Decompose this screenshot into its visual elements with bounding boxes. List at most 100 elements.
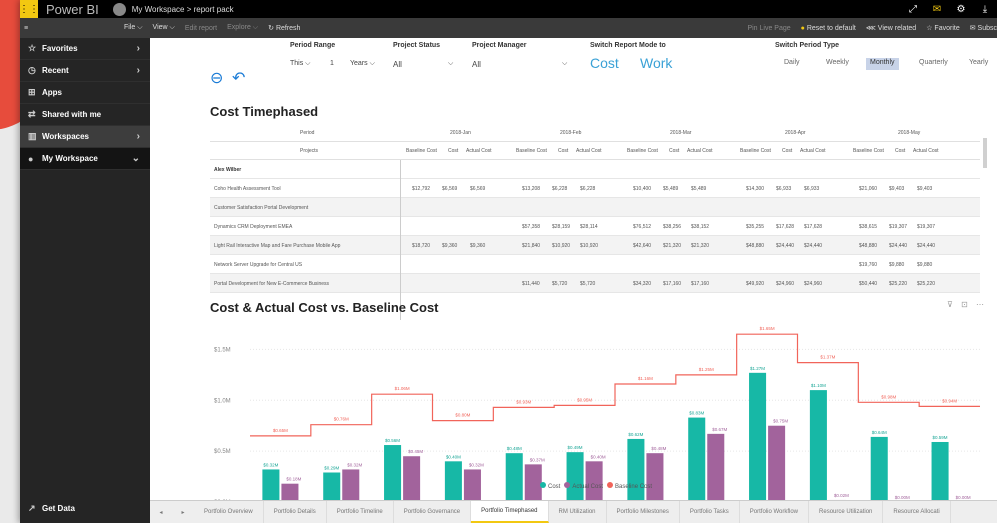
- notifications-icon[interactable]: ✉: [925, 0, 949, 18]
- page-tab[interactable]: Portfolio Governance: [394, 501, 472, 523]
- table-cell: $38,152: [691, 224, 710, 230]
- sidebar-item-shared[interactable]: ⇄ Shared with me: [20, 104, 150, 126]
- table-cell: $21,840: [522, 243, 541, 249]
- table-cell: $28,159: [552, 224, 571, 230]
- back-arrow-icon[interactable]: ⊖: [210, 68, 223, 88]
- sidebar-item-favorites[interactable]: ☆ Favorites ›: [20, 38, 150, 60]
- hamburger-icon[interactable]: ≡: [24, 25, 34, 32]
- table-scrollbar[interactable]: [983, 138, 987, 168]
- chevron-right-icon: ›: [136, 65, 140, 76]
- subcol-header: Actual Cost: [576, 148, 602, 154]
- actual-cost-data-label: $0.37M: [530, 457, 545, 462]
- table-cell: $14,300: [746, 186, 765, 192]
- table-row[interactable]: Network Server Upgrade for Central US $19…: [210, 255, 980, 274]
- legend-item[interactable]: Actual Cost: [564, 482, 603, 490]
- page-tab[interactable]: Portfolio Overview: [194, 501, 264, 523]
- screen: ⋮⋮ Power BI My Workspace > report pack ⤢…: [0, 0, 997, 523]
- cost-data-label: $0.49M: [568, 445, 583, 450]
- download-icon[interactable]: ⤓: [973, 0, 997, 18]
- file-menu[interactable]: File ⌵: [124, 24, 143, 32]
- page-tab[interactable]: Portfolio Tasks: [680, 501, 740, 523]
- edit-report-button[interactable]: Edit report: [185, 25, 217, 32]
- table-cell: $10,400: [633, 186, 652, 192]
- cost-bar: [627, 438, 645, 502]
- period-header: Period: [300, 130, 315, 136]
- cost-bar: [931, 441, 949, 502]
- tab-prev-icon[interactable]: ◂: [150, 501, 172, 523]
- actual-cost-bar: [342, 469, 360, 502]
- gear-icon[interactable]: ⚙: [949, 0, 973, 18]
- period-num-input[interactable]: 1: [330, 60, 334, 67]
- mode-cost-button[interactable]: Cost: [590, 55, 619, 71]
- pin-live-page-button[interactable]: Pin Live Page: [747, 25, 790, 32]
- subcol-header: Cost: [669, 148, 680, 154]
- mode-work-button[interactable]: Work: [640, 55, 672, 71]
- table-cell: $9,880: [917, 262, 933, 268]
- cost-data-label: $0.59M: [933, 435, 948, 440]
- baseline-data-label: $0.95M: [577, 397, 592, 402]
- project-name: Light Rail Interactive Map and Fare Purc…: [214, 243, 341, 249]
- table-cell: $6,228: [552, 186, 568, 192]
- reset-default-button[interactable]: ● Reset to default: [801, 25, 856, 32]
- sidebar-item-apps[interactable]: ⊞ Apps: [20, 82, 150, 104]
- page-tab[interactable]: Portfolio Workflow: [740, 501, 810, 523]
- expand-icon[interactable]: ⤢: [901, 0, 925, 18]
- page-tab[interactable]: Portfolio Timephased: [471, 501, 549, 523]
- explore-menu[interactable]: Explore ⌵: [227, 24, 258, 32]
- table-row[interactable]: Light Rail Interactive Map and Fare Purc…: [210, 236, 980, 255]
- refresh-icon: ↻: [268, 25, 276, 32]
- subscribe-button[interactable]: ✉ Subsc: [970, 24, 997, 32]
- refresh-button[interactable]: ↻ Refresh: [268, 24, 300, 32]
- period-daily-button[interactable]: Daily: [780, 58, 804, 70]
- table-cell: $19,760: [859, 262, 878, 268]
- page-tab[interactable]: Portfolio Milestones: [607, 501, 680, 523]
- period-monthly-button[interactable]: Monthly: [866, 58, 899, 70]
- table-row[interactable]: Coho Health Assessment Tool $12,792 $6,569…: [210, 179, 980, 198]
- page-tab[interactable]: Portfolio Timeline: [327, 501, 394, 523]
- table-row[interactable]: Customer Satisfaction Portal Development: [210, 198, 980, 217]
- period-this-dropdown[interactable]: This ⌵: [290, 60, 310, 68]
- breadcrumb[interactable]: My Workspace > report pack: [132, 5, 234, 14]
- baseline-data-label: $0.76M: [334, 417, 349, 422]
- sidebar-item-workspaces[interactable]: ▥ Workspaces ›: [20, 126, 150, 148]
- status-dropdown[interactable]: All: [393, 60, 402, 69]
- period-quarterly-button[interactable]: Quarterly: [915, 58, 952, 70]
- table-row[interactable]: Dynamics CRM Deployment EMEA $57,358 $28,1…: [210, 217, 980, 236]
- cost-data-label: $0.48M: [507, 446, 522, 451]
- sidebar-item-label: My Workspace: [42, 154, 98, 163]
- sidebar-item-recent[interactable]: ◷ Recent ›: [20, 60, 150, 82]
- baseline-data-label: $1.37M: [820, 355, 835, 360]
- legend-item[interactable]: Cost: [540, 482, 560, 490]
- undo-icon[interactable]: ↶: [232, 68, 245, 88]
- avatar-icon: ●: [28, 153, 34, 164]
- page-tab[interactable]: Resource Utilization: [809, 501, 884, 523]
- period-col-header: 2018-May: [898, 130, 921, 136]
- legend-item[interactable]: Baseline Cost: [607, 482, 652, 490]
- table-cell: $9,403: [889, 186, 905, 192]
- subcol-header: Actual Cost: [466, 148, 492, 154]
- subcol-header: Baseline Cost: [740, 148, 771, 154]
- page-tab[interactable]: Resource Allocati: [883, 501, 951, 523]
- table-cell: $24,440: [804, 243, 823, 249]
- view-menu[interactable]: View ⌵: [153, 24, 175, 32]
- visual-options-icon[interactable]: ⊽ ⊡ ⋯: [947, 300, 987, 309]
- page-tab[interactable]: RM Utilization: [549, 501, 607, 523]
- column-divider: [400, 160, 401, 320]
- period-yearly-button[interactable]: Yearly: [965, 58, 992, 70]
- page-tab[interactable]: Portfolio Details: [264, 501, 327, 523]
- tab-next-icon[interactable]: ▸: [172, 501, 194, 523]
- table-row[interactable]: Portal Development for New E-Commerce Bu…: [210, 274, 980, 293]
- chevron-down-icon[interactable]: ⌵: [448, 60, 453, 68]
- get-data-button[interactable]: ↗ Get Data: [20, 497, 150, 519]
- period-weekly-button[interactable]: Weekly: [822, 58, 853, 70]
- group-row[interactable]: Alex Wilber: [210, 160, 980, 179]
- period-type-label: Switch Period Type: [775, 42, 840, 49]
- status-label: Project Status: [393, 42, 441, 49]
- view-related-button[interactable]: ⋘ View related: [866, 24, 916, 32]
- app-launcher-icon[interactable]: ⋮⋮: [20, 0, 39, 18]
- period-unit-dropdown[interactable]: Years ⌵: [350, 60, 375, 68]
- chevron-down-icon[interactable]: ⌵: [562, 60, 567, 68]
- sidebar-item-my-workspace[interactable]: ● My Workspace ⌄: [20, 148, 150, 170]
- favorite-button[interactable]: ☆ Favorite: [926, 24, 960, 32]
- manager-dropdown[interactable]: All: [472, 60, 481, 69]
